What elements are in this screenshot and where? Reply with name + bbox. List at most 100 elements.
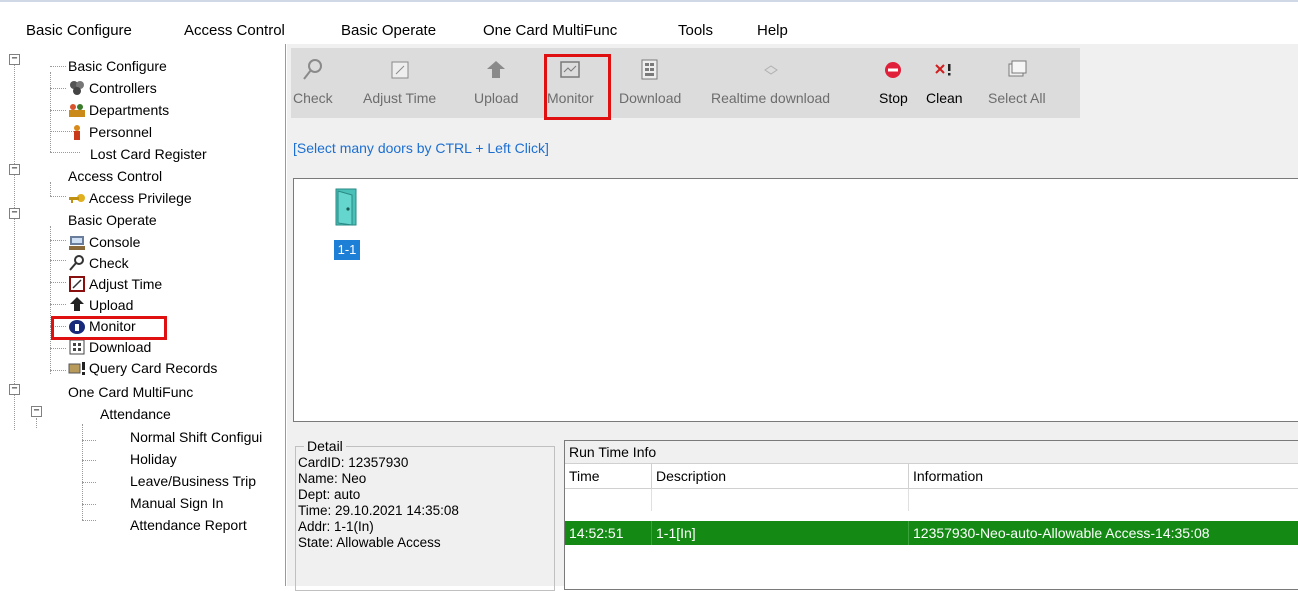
tree-line: [50, 226, 51, 374]
tree-item-lost-card-register[interactable]: Lost Card Register: [90, 143, 207, 164]
adjust-time-icon: [68, 275, 86, 293]
bottom-panel: Detail CardID: 12357930 Name: Neo Dept: …: [287, 426, 1298, 591]
collapse-toggle-attendance[interactable]: −: [31, 406, 42, 417]
menu-basic-operate[interactable]: Basic Operate: [341, 22, 436, 39]
adjust-time-button-label: Adjust Time: [363, 90, 437, 106]
tree-item-upload[interactable]: Upload: [68, 294, 133, 315]
tree-item-label: Lost Card Register: [90, 145, 207, 162]
adjust-time-icon: [388, 58, 412, 82]
tree-item-label: Console: [89, 233, 141, 250]
tree-item-check[interactable]: Check: [68, 252, 129, 273]
tree-item-basic-operate[interactable]: Basic Operate: [68, 209, 157, 230]
clean-icon: [932, 58, 956, 82]
tree-line: [82, 504, 96, 505]
runtime-info-panel: Run Time Info Time Description Informati…: [564, 440, 1298, 590]
tree-item-label: One Card MultiFunc: [68, 383, 194, 400]
tree-item-label: Controllers: [89, 79, 157, 96]
cell-time: 14:52:51: [565, 521, 652, 545]
table-row[interactable]: 14:52:51 1-1[In] 12357930-Neo-auto-Allow…: [565, 521, 1298, 545]
tree-line: [82, 440, 96, 441]
realtime-download-icon: [759, 58, 783, 82]
departments-icon: [68, 101, 86, 119]
detail-group: Detail CardID: 12357930 Name: Neo Dept: …: [295, 438, 555, 591]
select-all-button[interactable]: Select All: [988, 48, 1046, 118]
tree-item-basic-configure[interactable]: Basic Configure: [68, 55, 167, 76]
tree-item-manual-sign-in[interactable]: Manual Sign In: [130, 492, 223, 513]
tree-item-label: Leave/Business Trip: [130, 472, 257, 489]
download-button-label: Download: [619, 90, 682, 106]
detail-legend: Detail: [304, 438, 346, 454]
tree-line: [50, 260, 66, 261]
detail-addr: Addr: 1-1(In): [298, 519, 374, 534]
tree-line: [50, 72, 51, 152]
upload-icon: [68, 296, 86, 314]
select-all-button-label: Select All: [988, 90, 1046, 106]
check-icon: [301, 58, 325, 82]
tree-item-label: Basic Configure: [68, 57, 167, 74]
check-button-label: Check: [293, 90, 333, 106]
detail-state: State: Allowable Access: [298, 535, 441, 550]
tree-item-label: Personnel: [89, 123, 153, 140]
monitor-toolbar-highlight: [544, 54, 611, 120]
tree-item-holiday[interactable]: Holiday: [130, 448, 177, 469]
navigation-tree: − − − − − Basic Configure Controllers De…: [0, 44, 286, 586]
check-button[interactable]: Check: [293, 48, 333, 118]
tree-item-personnel[interactable]: Personnel: [68, 121, 152, 142]
column-header-information[interactable]: Information: [909, 464, 1298, 488]
menu-one-card-multifunc[interactable]: One Card MultiFunc: [483, 22, 617, 39]
menu-tools[interactable]: Tools: [678, 22, 713, 39]
tree-item-label: Check: [89, 254, 129, 271]
controllers-icon: [68, 79, 86, 97]
menu-basic-configure[interactable]: Basic Configure: [26, 22, 132, 39]
tree-item-label: Attendance: [100, 405, 171, 422]
menu-help[interactable]: Help: [757, 22, 788, 39]
detail-time: Time: 29.10.2021 14:35:08: [298, 503, 459, 518]
tree-item-controllers[interactable]: Controllers: [68, 77, 157, 98]
collapse-toggle-one-card-multifunc[interactable]: −: [9, 384, 20, 395]
clean-button-label: Clean: [926, 90, 963, 106]
menu-access-control[interactable]: Access Control: [184, 22, 285, 39]
monitor-tree-highlight: [51, 316, 167, 340]
door-icon[interactable]: [332, 187, 360, 227]
tree-item-query-card-records[interactable]: Query Card Records: [68, 357, 217, 378]
tree-item-normal-shift-config[interactable]: Normal Shift Configui: [130, 426, 262, 447]
tree-item-leave-business-trip[interactable]: Leave/Business Trip: [130, 470, 256, 491]
stop-button-label: Stop: [879, 90, 908, 106]
door-label[interactable]: 1-1: [334, 240, 360, 260]
tree-line: [82, 424, 83, 520]
column-header-time[interactable]: Time: [565, 464, 652, 488]
tree-line: [50, 196, 66, 197]
tree-line: [50, 66, 66, 67]
adjust-time-button[interactable]: Adjust Time: [363, 48, 436, 118]
realtime-download-button[interactable]: Realtime download: [711, 48, 830, 118]
tree-line: [50, 240, 66, 241]
tree-item-label: Access Control: [68, 167, 163, 184]
tree-item-departments[interactable]: Departments: [68, 99, 169, 120]
tree-item-label: Basic Operate: [68, 211, 157, 228]
tree-line: [50, 370, 66, 371]
tree-item-attendance-report[interactable]: Attendance Report: [130, 514, 247, 535]
tree-item-access-privilege[interactable]: Access Privilege: [68, 187, 192, 208]
tree-item-adjust-time[interactable]: Adjust Time: [68, 273, 162, 294]
tree-line: [50, 110, 66, 111]
tree-line: [82, 482, 96, 483]
tree-line: [82, 520, 96, 521]
tree-item-one-card-multifunc[interactable]: One Card MultiFunc: [68, 381, 193, 402]
tree-item-attendance[interactable]: Attendance: [100, 403, 171, 424]
main-panel: Check Adjust Time Upload Monitor Downloa…: [287, 44, 1298, 591]
runtime-table-header: Time Description Information: [565, 463, 1298, 489]
toolbar: Check Adjust Time Upload Monitor Downloa…: [291, 48, 1080, 118]
column-header-description[interactable]: Description: [652, 464, 909, 488]
collapse-toggle-basic-configure[interactable]: −: [9, 54, 20, 65]
upload-button[interactable]: Upload: [474, 48, 518, 118]
tree-item-label: Upload: [89, 296, 134, 313]
download-button[interactable]: Download: [619, 48, 681, 118]
clean-button[interactable]: Clean: [926, 48, 963, 118]
stop-button[interactable]: Stop: [879, 48, 908, 118]
collapse-toggle-access-control[interactable]: −: [9, 164, 20, 175]
tree-line: [50, 304, 66, 305]
tree-item-console[interactable]: Console: [68, 231, 140, 252]
collapse-toggle-basic-operate[interactable]: −: [9, 208, 20, 219]
console-icon: [68, 233, 86, 251]
tree-item-access-control[interactable]: Access Control: [68, 165, 162, 186]
